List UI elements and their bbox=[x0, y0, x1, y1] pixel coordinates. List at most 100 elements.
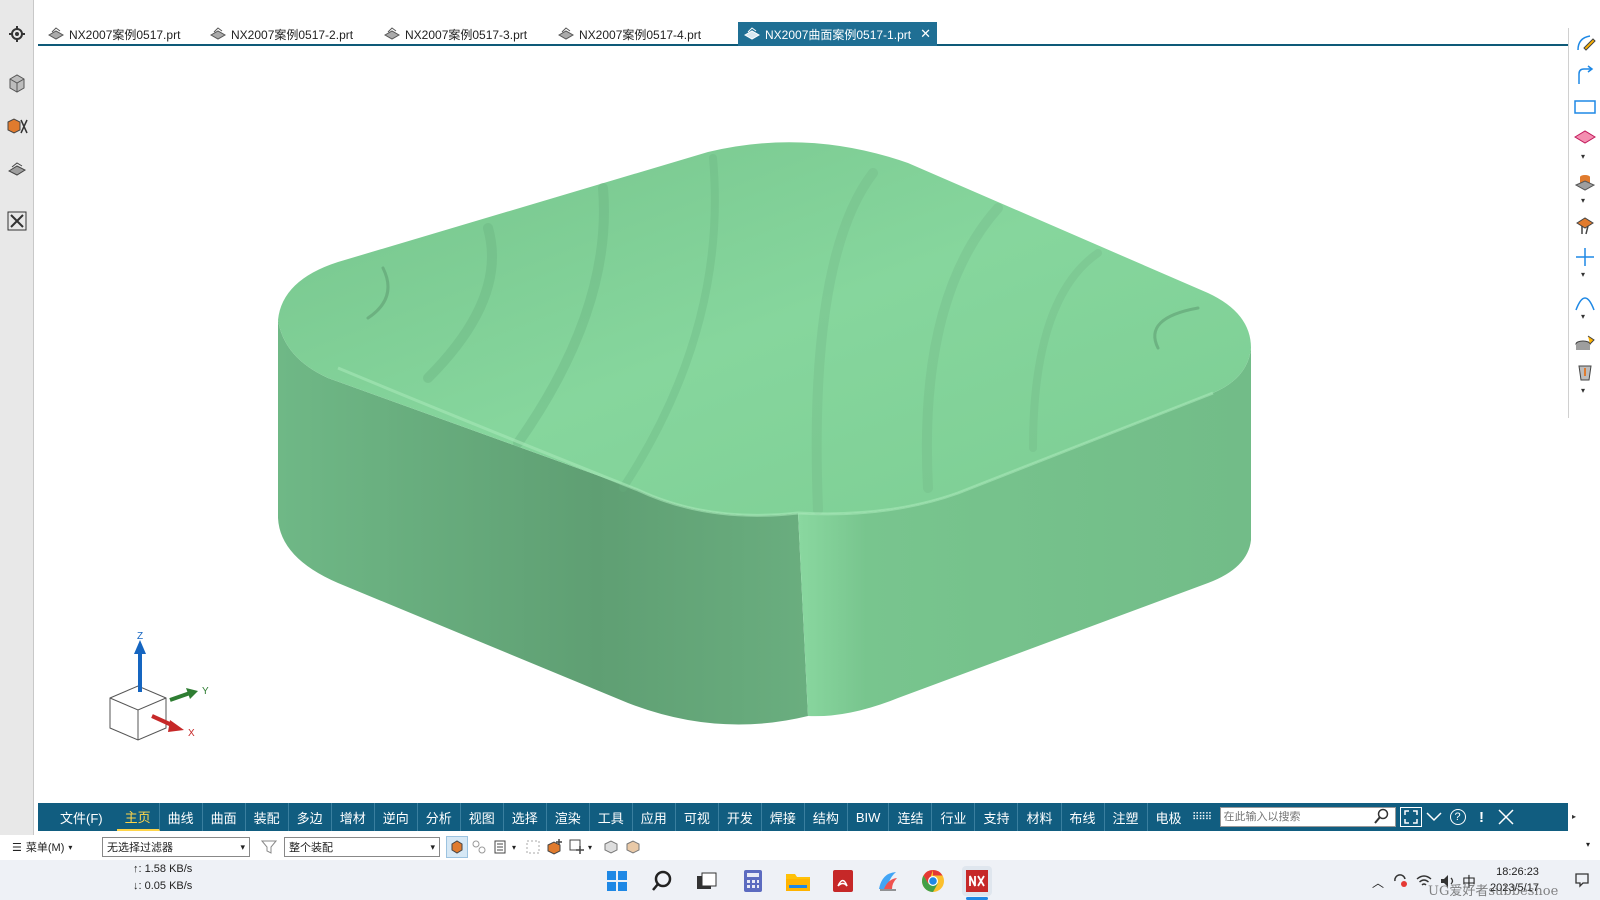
alert-icon[interactable]: ! bbox=[1470, 803, 1494, 831]
document-tabs: NX2007案例0517.prt NX2007案例0517-2.prt NX20… bbox=[38, 20, 1568, 46]
datum-plane-icon[interactable] bbox=[1572, 124, 1598, 150]
filter-icon[interactable] bbox=[258, 836, 280, 858]
ribbon-tab-home[interactable]: 主页 bbox=[116, 803, 160, 831]
ribbon-tab-application[interactable]: 应用 bbox=[633, 803, 676, 831]
select-features-icon[interactable] bbox=[468, 836, 490, 858]
datum-axis-icon[interactable] bbox=[1572, 244, 1598, 270]
doc-tab-3[interactable]: NX2007案例0517-3.prt bbox=[378, 22, 533, 46]
graphics-window[interactable]: Z Y X bbox=[38, 48, 1568, 803]
command-search[interactable] bbox=[1219, 807, 1396, 827]
ribbon-tab-support[interactable]: 支持 bbox=[975, 803, 1019, 831]
acrobat-icon[interactable] bbox=[828, 866, 858, 896]
selection-bar: ☰ 菜单(M) ▾ 无选择过滤器 ▾ 整个装配 ▾ ▾ ▾ bbox=[0, 835, 1600, 859]
select-region-icon[interactable] bbox=[522, 836, 544, 858]
search-icon[interactable] bbox=[647, 866, 677, 896]
grip-icon[interactable]: ⠿⠿⠿ bbox=[1190, 803, 1214, 831]
right-toolbar: ▾ ▾ ▾ ▾ ▾ bbox=[1568, 28, 1600, 418]
type-filter-select[interactable]: 无选择过滤器 ▾ bbox=[102, 837, 250, 857]
ribbon-tab-render[interactable]: 渲染 bbox=[547, 803, 590, 831]
task-view-icon[interactable] bbox=[692, 866, 722, 896]
fullscreen-icon[interactable] bbox=[1399, 807, 1422, 827]
chevron-down-icon[interactable]: ▾ bbox=[512, 843, 516, 852]
ribbon-tab-tools[interactable]: 工具 bbox=[590, 803, 633, 831]
ribbon-tab-weld[interactable]: 焊接 bbox=[762, 803, 805, 831]
show-all-icon[interactable] bbox=[600, 836, 622, 858]
selection-scope-select[interactable]: 整个装配 ▾ bbox=[284, 837, 440, 857]
ribbon-tab-visual[interactable]: 可视 bbox=[676, 803, 719, 831]
close-icon[interactable]: ✕ bbox=[920, 26, 931, 42]
chevron-down-icon[interactable]: ▾ bbox=[1586, 840, 1590, 849]
ribbon-tab-join[interactable]: 连结 bbox=[889, 803, 933, 831]
cylinder-feature-icon[interactable] bbox=[1572, 170, 1598, 196]
ribbon-tab-polygon[interactable]: 多边 bbox=[289, 803, 332, 831]
menu-button[interactable]: ☰ 菜单(M) ▾ bbox=[12, 839, 98, 855]
ribbon-tab-mold[interactable]: 注塑 bbox=[1105, 803, 1148, 831]
ribbon-tab-material[interactable]: 材料 bbox=[1018, 803, 1062, 831]
sketch-icon[interactable] bbox=[1572, 30, 1598, 56]
chrome-icon[interactable] bbox=[918, 866, 948, 896]
chevron-down-icon[interactable]: ▾ bbox=[1581, 152, 1585, 161]
model-view bbox=[109, 142, 1251, 741]
ribbon-tab-additive[interactable]: 增材 bbox=[332, 803, 375, 831]
curve-icon[interactable] bbox=[1572, 288, 1598, 314]
ribbon-tab-file[interactable]: 文件(F) bbox=[38, 803, 117, 831]
help-icon[interactable]: ? bbox=[1446, 803, 1470, 831]
part-navigator-icon[interactable] bbox=[4, 70, 30, 96]
rectangle-icon[interactable] bbox=[1572, 94, 1598, 120]
ribbon-tab-curve[interactable]: 曲线 bbox=[160, 803, 203, 831]
doc-tab-1[interactable]: NX2007案例0517.prt bbox=[42, 22, 186, 46]
ribbon-tab-view[interactable]: 视图 bbox=[461, 803, 504, 831]
ribbon-tab-industry[interactable]: 行业 bbox=[932, 803, 976, 831]
chevron-down-icon[interactable]: ▾ bbox=[1581, 196, 1585, 205]
chevron-down-icon[interactable] bbox=[1422, 803, 1446, 831]
chevron-right-icon[interactable]: ▸ bbox=[1572, 812, 1576, 821]
sync-icon[interactable] bbox=[1392, 874, 1408, 891]
ribbon-tab-develop[interactable]: 开发 bbox=[719, 803, 762, 831]
ribbon-tab-select[interactable]: 选择 bbox=[504, 803, 547, 831]
hide-icon[interactable] bbox=[622, 836, 644, 858]
chevron-down-icon: ▾ bbox=[240, 841, 245, 852]
add-component-icon[interactable] bbox=[544, 836, 566, 858]
chevron-up-icon[interactable]: ︿ bbox=[1372, 874, 1384, 891]
chevron-down-icon[interactable]: ▾ bbox=[1581, 312, 1585, 321]
constraint-navigator-icon[interactable] bbox=[4, 156, 30, 182]
app-logo-icon[interactable] bbox=[873, 866, 903, 896]
doc-tab-2[interactable]: NX2007案例0517-2.prt bbox=[204, 22, 359, 46]
nx-app-icon[interactable] bbox=[962, 866, 992, 896]
doc-tab-5-active[interactable]: NX2007曲面案例0517-1.prt ✕ bbox=[738, 22, 937, 46]
doc-tab-label: NX2007曲面案例0517-1.prt bbox=[765, 27, 912, 42]
ribbon-tab-analysis[interactable]: 分析 bbox=[418, 803, 461, 831]
assembly-navigator-icon[interactable] bbox=[4, 113, 30, 139]
ribbon-tab-electrode[interactable]: 电极 bbox=[1148, 803, 1190, 831]
settings-icon[interactable] bbox=[4, 21, 30, 47]
chevron-down-icon[interactable]: ▾ bbox=[1581, 270, 1585, 279]
mesh-surface-icon[interactable] bbox=[1572, 330, 1598, 356]
net-download-speed: ↓: 0.05 KB/s bbox=[133, 880, 193, 892]
notification-icon[interactable] bbox=[1574, 872, 1590, 891]
tools-icon[interactable] bbox=[4, 208, 30, 234]
doc-tab-4[interactable]: NX2007案例0517-4.prt bbox=[552, 22, 707, 46]
extrude-curve-icon[interactable] bbox=[1572, 62, 1598, 88]
ribbon-tab-reverse[interactable]: 逆向 bbox=[375, 803, 418, 831]
ribbon-tab-assembly[interactable]: 装配 bbox=[246, 803, 289, 831]
search-input[interactable] bbox=[1223, 811, 1374, 823]
search-icon[interactable] bbox=[1373, 808, 1390, 827]
snap-point-icon[interactable] bbox=[566, 836, 588, 858]
ribbon-tab-surface[interactable]: 曲面 bbox=[203, 803, 246, 831]
axis-label-y: Y bbox=[202, 686, 209, 697]
chevron-down-icon[interactable]: ▾ bbox=[588, 843, 592, 852]
resource-bar bbox=[0, 0, 34, 838]
edge-blend-icon[interactable] bbox=[1572, 212, 1598, 238]
offset-face-icon[interactable] bbox=[1572, 360, 1598, 386]
calculator-icon[interactable] bbox=[738, 866, 768, 896]
file-explorer-icon[interactable] bbox=[783, 866, 813, 896]
ribbon-tab-routing[interactable]: 布线 bbox=[1062, 803, 1105, 831]
close-icon[interactable] bbox=[1494, 803, 1518, 831]
select-bodies-icon[interactable] bbox=[446, 836, 468, 858]
selection-list-icon[interactable] bbox=[490, 836, 512, 858]
clock-time: 18:26:23 bbox=[1496, 866, 1539, 878]
chevron-down-icon[interactable]: ▾ bbox=[1581, 386, 1585, 395]
ribbon-tab-biw[interactable]: BIW bbox=[848, 803, 890, 831]
ribbon-tab-structure[interactable]: 结构 bbox=[805, 803, 848, 831]
windows-start-icon[interactable] bbox=[602, 866, 632, 896]
